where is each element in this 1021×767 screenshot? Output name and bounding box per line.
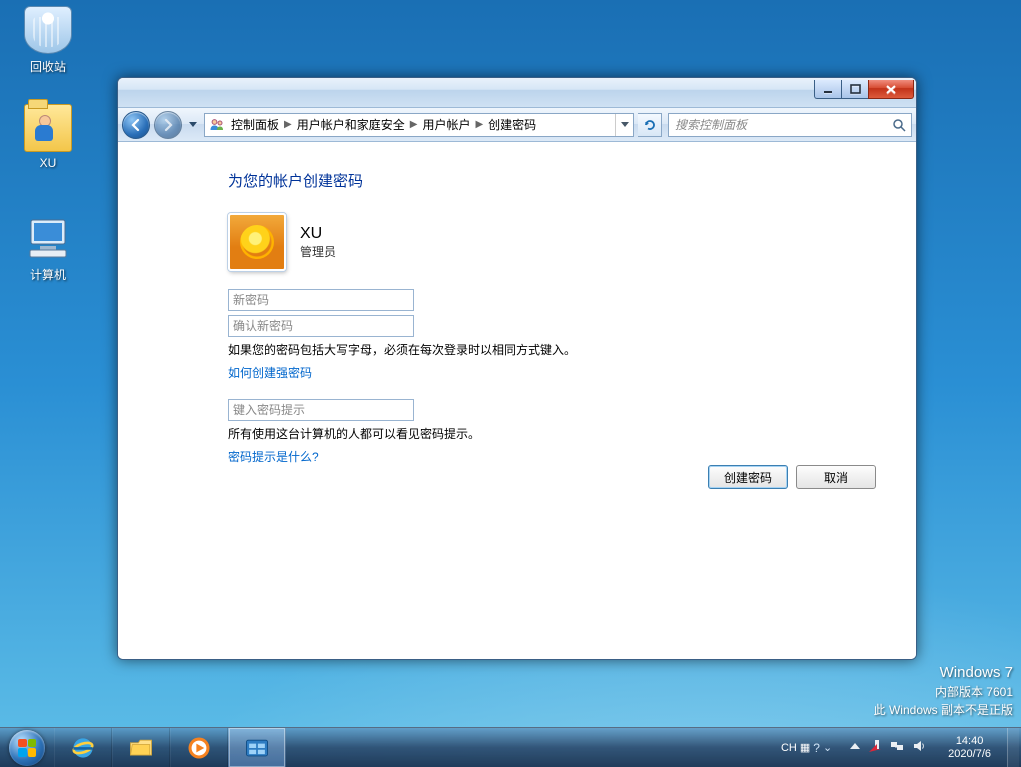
search-icon <box>892 118 906 132</box>
nav-forward-button[interactable] <box>154 111 182 139</box>
taskbar-explorer[interactable] <box>112 728 170 767</box>
password-hint-input[interactable] <box>228 399 414 421</box>
keyboard-icon: ▦ <box>800 741 810 754</box>
maximize-button[interactable] <box>841 80 869 99</box>
user-accounts-icon <box>209 117 225 133</box>
user-summary: XU 管理员 <box>228 213 876 271</box>
refresh-icon <box>643 118 657 132</box>
hint-visibility-note: 所有使用这台计算机的人都可以看见密码提示。 <box>228 425 876 442</box>
search-input[interactable] <box>669 118 887 132</box>
breadcrumb-user-accounts[interactable]: 用户帐户 <box>420 116 472 133</box>
windows-logo-icon <box>9 730 45 766</box>
recycle-bin-icon <box>24 6 72 54</box>
computer-icon <box>24 214 72 262</box>
user-role: 管理员 <box>300 243 336 260</box>
address-bar[interactable]: 控制面板 ▶ 用户帐户和家庭安全 ▶ 用户帐户 ▶ 创建密码 <box>204 113 634 137</box>
nav-history-dropdown[interactable] <box>186 114 200 136</box>
taskbar-media-player[interactable] <box>170 728 228 767</box>
window-titlebar[interactable] <box>118 78 916 108</box>
tray-date: 2020/7/6 <box>948 748 991 761</box>
options-caret-icon[interactable]: ⌄ <box>823 741 832 754</box>
taskbar-ie[interactable] <box>54 728 112 767</box>
navigation-bar: 控制面板 ▶ 用户帐户和家庭安全 ▶ 用户帐户 ▶ 创建密码 <box>118 108 916 142</box>
show-hidden-icons[interactable] <box>850 741 860 754</box>
control-panel-window-icon <box>243 734 271 762</box>
show-desktop-button[interactable] <box>1007 728 1019 767</box>
chevron-right-icon[interactable]: ▶ <box>472 119 486 130</box>
cancel-button[interactable]: 取消 <box>796 465 876 489</box>
activation-watermark: Windows 7 内部版本 7601 此 Windows 副本不是正版 <box>874 662 1013 719</box>
computer-label: 计算机 <box>10 266 86 283</box>
desktop-computer[interactable]: 计算机 <box>10 214 86 283</box>
confirm-password-input[interactable] <box>228 315 414 337</box>
control-panel-window: 控制面板 ▶ 用户帐户和家庭安全 ▶ 用户帐户 ▶ 创建密码 <box>117 77 917 660</box>
create-password-button[interactable]: 创建密码 <box>708 465 788 489</box>
address-dropdown-button[interactable] <box>615 114 633 136</box>
search-bar <box>668 113 912 137</box>
taskbar-control-panel[interactable] <box>228 728 286 767</box>
nav-back-button[interactable] <box>122 111 150 139</box>
refresh-button[interactable] <box>638 113 662 137</box>
volume-icon[interactable] <box>912 739 926 756</box>
new-password-input[interactable] <box>228 289 414 311</box>
user-name: XU <box>300 225 336 243</box>
media-player-icon <box>185 734 213 762</box>
tray-clock[interactable]: 14:40 2020/7/6 <box>940 735 999 760</box>
breadcrumb-control-panel[interactable]: 控制面板 <box>229 116 281 133</box>
strong-password-link[interactable]: 如何创建强密码 <box>228 364 876 381</box>
breadcrumb-user-accounts-family[interactable]: 用户帐户和家庭安全 <box>295 116 407 133</box>
question-icon[interactable]: ? <box>813 741 820 755</box>
close-button[interactable] <box>868 80 914 99</box>
start-button[interactable] <box>0 728 54 767</box>
chevron-right-icon[interactable]: ▶ <box>281 119 295 130</box>
tray-time: 14:40 <box>948 735 991 748</box>
taskbar: CH ▦ ? ⌄ 14:40 2020/7/6 <box>0 727 1021 767</box>
action-center-icon[interactable] <box>868 739 882 756</box>
page-title: 为您的帐户创建密码 <box>228 170 876 191</box>
desktop-recycle-bin[interactable]: 回收站 <box>10 6 86 75</box>
system-tray: CH ▦ ? ⌄ 14:40 2020/7/6 <box>775 728 1021 767</box>
chevron-right-icon[interactable]: ▶ <box>407 119 421 130</box>
minimize-button[interactable] <box>814 80 842 99</box>
breadcrumb-create-password[interactable]: 创建密码 <box>486 116 538 133</box>
folder-icon <box>127 734 155 762</box>
content-area: 为您的帐户创建密码 XU 管理员 如果您的密码包括大写字母，必须在每次登录时以相… <box>118 142 916 659</box>
ime-language-indicator[interactable]: CH ▦ ? ⌄ <box>777 741 836 755</box>
desktop-user-folder[interactable]: XU <box>10 104 86 170</box>
password-case-note: 如果您的密码包括大写字母，必须在每次登录时以相同方式键入。 <box>228 341 876 358</box>
recycle-bin-label: 回收站 <box>10 58 86 75</box>
user-folder-icon <box>24 104 72 152</box>
network-icon[interactable] <box>890 739 904 756</box>
user-avatar <box>228 213 286 271</box>
ie-icon <box>69 734 97 762</box>
search-button[interactable] <box>887 118 911 132</box>
hint-help-link[interactable]: 密码提示是什么? <box>228 448 876 465</box>
user-folder-label: XU <box>10 156 86 170</box>
